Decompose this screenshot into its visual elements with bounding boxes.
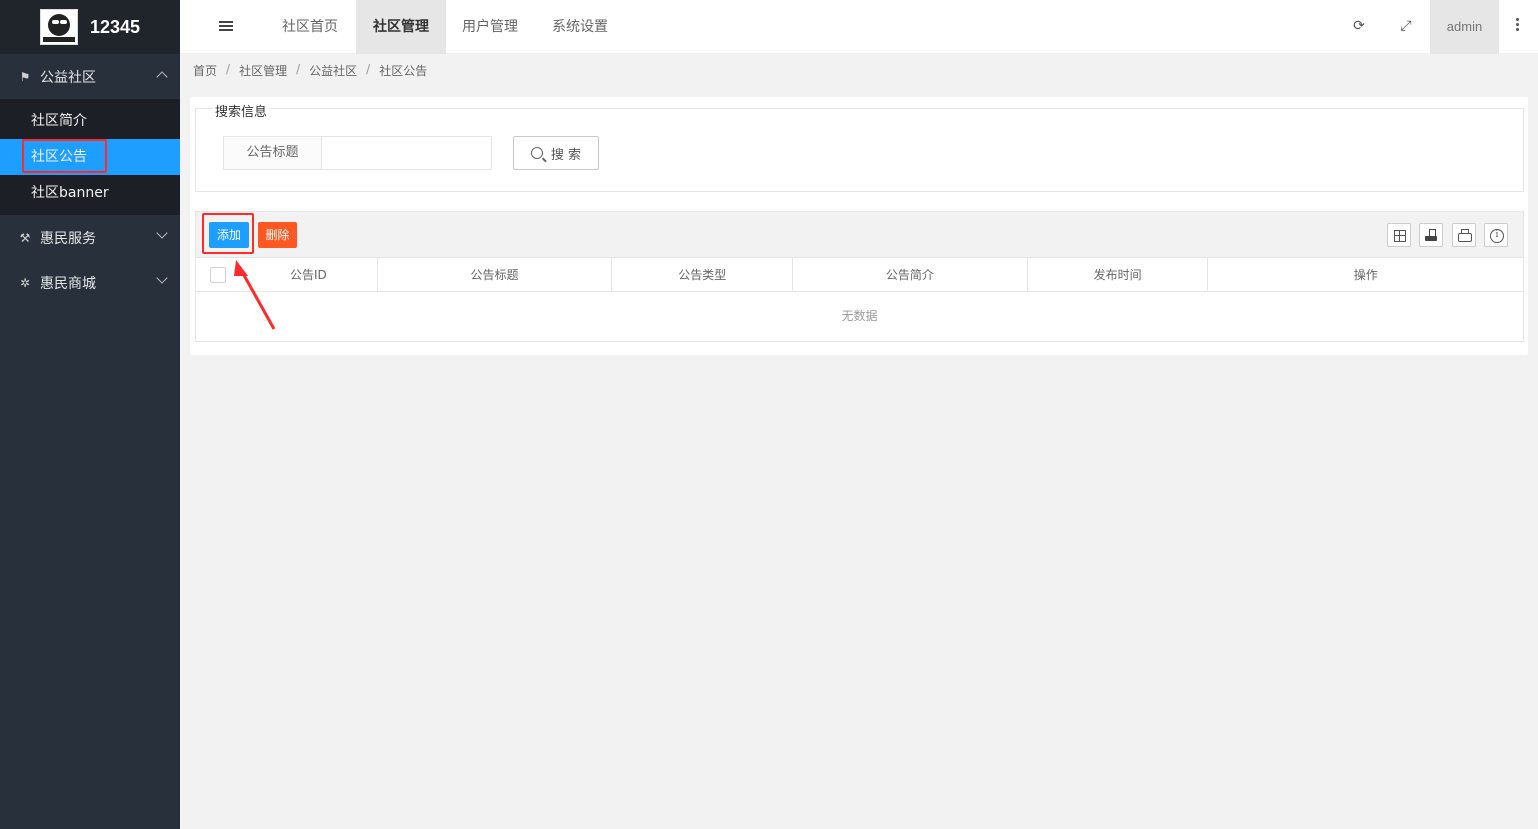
annotation-arrow [234, 260, 276, 330]
app-name: 12345 [90, 16, 141, 37]
sidebar-group-public-community[interactable]: ⚑ 公益社区 [0, 54, 180, 99]
notice-title-label: 公告标题 [223, 136, 322, 170]
wrench-icon: ⚒ [19, 230, 31, 245]
chevron-down-icon [156, 272, 168, 284]
empty-table-message: 无数据 [841, 309, 878, 323]
print-icon[interactable] [1452, 223, 1476, 247]
flag-icon: ⚑ [19, 69, 31, 84]
table-toolbar: 添加 删除 [196, 212, 1523, 258]
notice-title-input[interactable] [321, 136, 492, 170]
sidebar-group-label: 公益社区 [40, 69, 96, 86]
sidebar-group-public-service[interactable]: ⚒ 惠民服务 [0, 215, 180, 260]
info-icon[interactable] [1484, 223, 1508, 247]
breadcrumb-community-management[interactable]: 社区管理 [239, 62, 287, 79]
logo-image [40, 9, 78, 45]
breadcrumb-public-community[interactable]: 公益社区 [309, 62, 357, 79]
search-button-label: 搜 索 [550, 147, 582, 163]
fullscreen-icon[interactable]: ⤢ [1398, 18, 1414, 34]
delete-button[interactable]: 删除 [258, 222, 297, 248]
table-header: 公告ID 公告标题 公告类型 公告简介 发布时间 操作 [196, 258, 1523, 292]
select-all-checkbox[interactable] [210, 267, 226, 283]
columns-icon[interactable] [1387, 223, 1411, 247]
sidebar: 12345 ⚑ 公益社区 社区简介 社区公告 社区banner ⚒ 惠民服务 ✲… [0, 0, 180, 829]
chevron-down-icon [156, 227, 168, 239]
breadcrumb-community-notice: 社区公告 [379, 64, 428, 78]
logo-area: 12345 [0, 0, 180, 54]
notice-table: 添加 删除 公告ID 公告标题 公告类型 公告简介 发布时间 操作 无数据 [195, 211, 1524, 342]
more-vertical-icon[interactable] [1516, 18, 1520, 33]
column-header-actions: 操作 [1353, 268, 1378, 282]
column-header-notice-id[interactable]: 公告ID [196, 258, 378, 292]
tab-community-management[interactable]: 社区管理 [356, 0, 446, 54]
search-fieldset: 搜索信息 公告标题 搜 索 [195, 101, 1524, 192]
export-icon[interactable] [1419, 223, 1443, 247]
column-header-notice-summary[interactable]: 公告简介 [793, 258, 1028, 292]
column-header-publish-time[interactable]: 发布时间 [1028, 258, 1209, 292]
top-header: 社区首页 社区管理 用户管理 系统设置 ⟳ ⤢ admin [180, 0, 1538, 54]
search-legend: 搜索信息 [213, 101, 270, 120]
breadcrumb-home[interactable]: 首页 [193, 62, 217, 79]
search-icon [530, 147, 543, 159]
tab-user-management[interactable]: 用户管理 [445, 0, 535, 54]
sidebar-item-community-intro[interactable]: 社区简介 [0, 103, 180, 139]
sidebar-group-label: 惠民商城 [40, 275, 96, 292]
sidebar-group-public-mall[interactable]: ✲ 惠民商城 [0, 260, 180, 305]
column-header-notice-type[interactable]: 公告类型 [612, 258, 794, 292]
main-card: 搜索信息 公告标题 搜 索 添加 删除 公告ID 公告标题 公告类型 公告简介 … [190, 97, 1528, 355]
add-button[interactable]: 添加 [209, 222, 249, 248]
search-button[interactable]: 搜 索 [513, 136, 599, 170]
refresh-icon[interactable]: ⟳ [1351, 18, 1367, 34]
menu-toggle-icon[interactable] [219, 21, 233, 32]
sidebar-group-label: 惠民服务 [40, 230, 96, 247]
annotation-highlight-box [22, 139, 107, 173]
chevron-up-icon [156, 71, 168, 83]
sidebar-item-community-banner[interactable]: 社区banner [0, 175, 180, 211]
column-header-notice-title[interactable]: 公告标题 [378, 258, 613, 292]
user-menu[interactable]: admin [1430, 0, 1499, 54]
cluster-icon: ✲ [19, 275, 31, 290]
breadcrumb: 首页 / 社区管理 / 公益社区 / 社区公告 [193, 62, 428, 79]
tab-community-home[interactable]: 社区首页 [265, 0, 355, 54]
tab-system-settings[interactable]: 系统设置 [535, 0, 625, 54]
